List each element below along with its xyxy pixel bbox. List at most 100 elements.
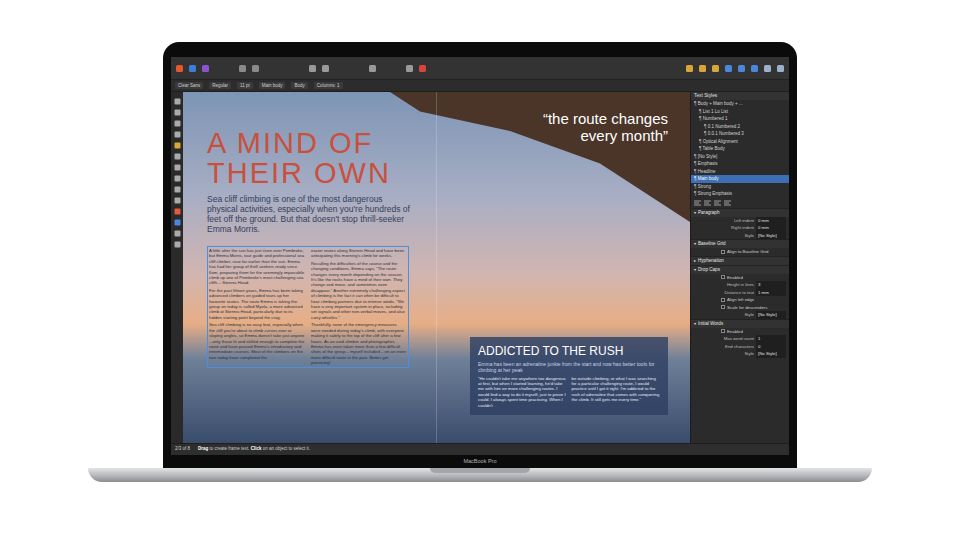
page-indicator[interactable]: 2/3 of 8 xyxy=(175,446,190,453)
panel-checkbox-row[interactable]: Enabled xyxy=(691,274,789,282)
context-field[interactable]: Body xyxy=(291,82,307,89)
panel-field[interactable]: 3 xyxy=(756,281,786,289)
standfirst: Sea cliff climbing is one of the most da… xyxy=(207,194,412,234)
tool-icon[interactable] xyxy=(174,98,181,105)
tool-icon[interactable] xyxy=(174,175,181,182)
tool-icon[interactable] xyxy=(174,109,181,116)
tool-icon[interactable] xyxy=(174,241,181,248)
align-left-icon[interactable] xyxy=(694,200,701,206)
designer-persona-icon[interactable] xyxy=(188,64,197,73)
text-style-item[interactable]: ¶ Strong Emphasis xyxy=(691,190,789,198)
tool-icon[interactable] xyxy=(174,142,181,149)
grid-icon[interactable] xyxy=(321,64,330,73)
tool-icon[interactable] xyxy=(174,208,181,215)
panel-field[interactable]: 0 mm xyxy=(756,217,786,225)
headline: A MIND OF THEIR OWN xyxy=(207,128,416,188)
context-field[interactable]: Main body xyxy=(259,82,286,89)
panel-field[interactable]: 1 xyxy=(756,335,786,343)
checkbox[interactable] xyxy=(721,305,725,309)
pin-icon[interactable] xyxy=(368,64,377,73)
panel-section[interactable]: ▸Initial Words xyxy=(691,319,789,328)
tool-icon[interactable] xyxy=(174,230,181,237)
text-style-item[interactable]: ¶ 0.1 Numbered 2 xyxy=(691,123,789,131)
align-icon[interactable] xyxy=(711,64,720,73)
arrange-icon[interactable] xyxy=(685,64,694,73)
panel-checkbox-row[interactable]: Align left edge xyxy=(691,296,789,304)
justify-icon[interactable] xyxy=(724,200,731,206)
panel-field-row: Style[No Style] xyxy=(691,232,789,240)
align-right-icon[interactable] xyxy=(714,200,721,206)
tool-icon[interactable] xyxy=(174,219,181,226)
rotate-icon[interactable] xyxy=(750,64,759,73)
bezel-chin: MacBook Pro xyxy=(171,455,789,468)
box-intro: Emma has been an adrenaline junkie from … xyxy=(478,361,660,373)
checkbox[interactable] xyxy=(721,298,725,302)
panel-title: Text Styles xyxy=(691,92,789,100)
panel-field-row: Max word count1 xyxy=(691,335,789,343)
panel-section[interactable]: ▸Hyphenation xyxy=(691,256,789,265)
tool-icon[interactable] xyxy=(174,120,181,127)
text-style-item[interactable]: ¶ 0.0.1 Numbered 3 xyxy=(691,130,789,138)
context-field[interactable]: Clear Sans xyxy=(175,82,203,89)
publisher-persona-icon[interactable] xyxy=(175,64,184,73)
panel-checkbox-row[interactable]: Align to Baseline Grid xyxy=(691,248,789,256)
body-paragraph: Thankfully, none of the emergency measur… xyxy=(311,322,407,365)
tool-icon[interactable] xyxy=(174,153,181,160)
settings-icon[interactable] xyxy=(238,64,247,73)
panel-field[interactable]: [No Style] xyxy=(756,311,786,319)
checkbox[interactable] xyxy=(721,329,725,333)
panel-field[interactable]: [No Style] xyxy=(756,232,786,240)
context-field[interactable]: 11 pt xyxy=(237,82,253,89)
panel-field-row: End characters0 xyxy=(691,343,789,351)
snapping-icon[interactable] xyxy=(251,64,260,73)
panel-checkbox-row[interactable]: Enabled xyxy=(691,328,789,336)
panel-field[interactable]: 0 mm xyxy=(756,224,786,232)
text-style-item[interactable]: ¶ Optical Alignment xyxy=(691,138,789,146)
text-style-item[interactable]: ¶ Numbered 1 xyxy=(691,115,789,123)
body-paragraph: For the past fifteen years, Emma has bee… xyxy=(209,288,305,320)
screen: Clear Sans Regular 11 pt Main body Body Colum… xyxy=(171,57,789,455)
text-style-item[interactable]: ¶ Table Body xyxy=(691,145,789,153)
product-shot: Clear Sans Regular 11 pt Main body Body Colum… xyxy=(0,0,960,540)
text-style-item[interactable]: ¶ Strong xyxy=(691,183,789,191)
geometry-icon[interactable] xyxy=(776,64,785,73)
body-paragraph: Sea cliff climbing is no easy feat, espe… xyxy=(209,322,305,360)
photo-persona-icon[interactable] xyxy=(201,64,210,73)
checkbox[interactable] xyxy=(721,275,725,279)
text-style-item[interactable]: ¶ List 1 Lo List xyxy=(691,108,789,116)
panel-section[interactable]: ▸Drop Caps xyxy=(691,265,789,274)
preview-icon[interactable] xyxy=(405,64,414,73)
panel-field[interactable]: 0 xyxy=(756,343,786,351)
view-icon[interactable] xyxy=(308,64,317,73)
text-style-item[interactable]: ¶ [No Style] xyxy=(691,153,789,161)
tool-icon[interactable] xyxy=(174,197,181,204)
panel-field[interactable]: [No Style] xyxy=(756,350,786,358)
color-icon[interactable] xyxy=(418,64,427,73)
tool-icon[interactable] xyxy=(174,131,181,138)
tool-icon[interactable] xyxy=(174,186,181,193)
panel-field[interactable]: 1 mm xyxy=(756,289,786,297)
text-column: A little after the sun has just risen ov… xyxy=(209,248,305,366)
panel-checkbox-row[interactable]: Scale for descenders xyxy=(691,304,789,312)
sidebar-box: ADDICTED TO THE RUSHEmma has been an adr… xyxy=(470,337,668,415)
body-paragraph: easier routes along Stennis Head and hav… xyxy=(311,248,407,259)
text-style-item[interactable]: ¶ Body + Main body + ... xyxy=(691,100,789,108)
flip-icon[interactable] xyxy=(737,64,746,73)
text-style-item[interactable]: ¶ Headline xyxy=(691,168,789,176)
canvas[interactable]: A MIND OF THEIR OWN Sea cliff climbing is… xyxy=(183,92,690,443)
panel-section[interactable]: ▸Paragraph xyxy=(691,208,789,217)
panel-field-row: Distance to text1 mm xyxy=(691,289,789,297)
align-center-icon[interactable] xyxy=(704,200,711,206)
boolean-icon[interactable] xyxy=(763,64,772,73)
checkbox[interactable] xyxy=(721,250,725,254)
body-text-frame[interactable]: A little after the sun has just risen ov… xyxy=(207,246,409,368)
context-field[interactable]: Regular xyxy=(209,82,231,89)
lid-notch xyxy=(430,468,530,473)
text-style-item[interactable]: ¶ Emphasis xyxy=(691,160,789,168)
transform-icon[interactable] xyxy=(724,64,733,73)
text-style-item[interactable]: ¶ Main body xyxy=(691,175,789,183)
tool-icon[interactable] xyxy=(174,164,181,171)
context-field[interactable]: Columns: 1 xyxy=(314,82,343,89)
group-icon[interactable] xyxy=(698,64,707,73)
panel-section[interactable]: ▸Baseline Grid xyxy=(691,239,789,248)
